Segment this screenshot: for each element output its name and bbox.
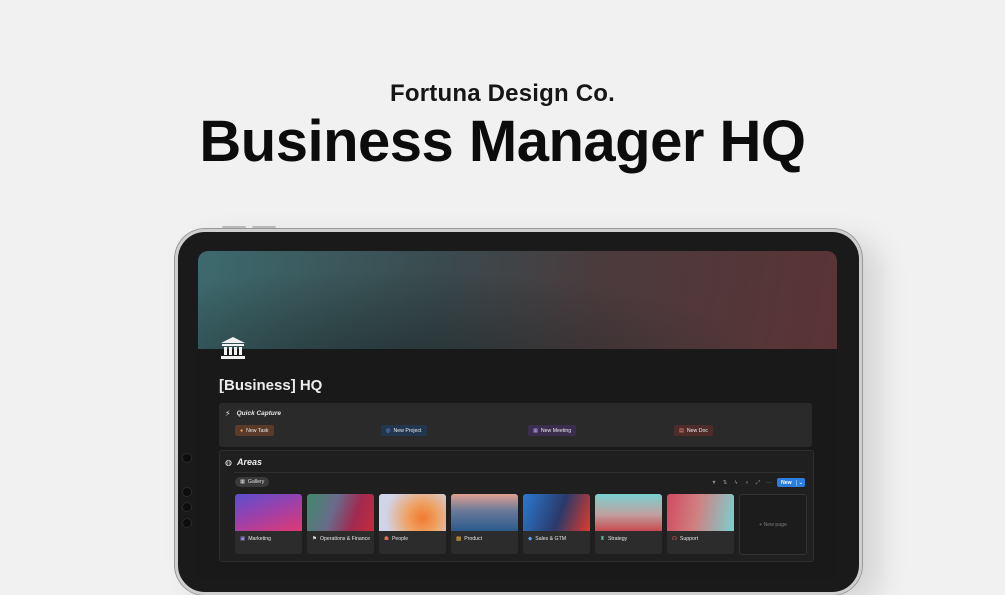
areas-title: Areas (236, 457, 263, 467)
card-label: Support (679, 536, 699, 542)
page-title: [Business] HQ (219, 377, 323, 394)
bank-icon[interactable] (220, 336, 246, 360)
card-label: Strategy (607, 536, 628, 542)
divider (234, 472, 805, 473)
target-icon: ◎ (386, 427, 391, 434)
new-doc-button[interactable]: ▤ New Doc (674, 425, 713, 436)
new-meeting-button[interactable]: ▦ New Meeting (528, 425, 577, 436)
quick-capture-title: Quick Capture (236, 410, 282, 417)
new-project-button[interactable]: ◎ New Project (381, 425, 427, 436)
quick-capture-header: ⚡ Quick Capture (225, 409, 281, 418)
areas-panel: ◍ Areas ▦ Gallery ▼ ⇅ ϟ ⌕ ⤢ ⋯ New ⌄ ▣ Ma… (219, 450, 814, 562)
database-toolbar: ▼ ⇅ ϟ ⌕ ⤢ ⋯ New ⌄ (711, 478, 805, 487)
card-label: Product (464, 536, 483, 542)
new-button-label: New (780, 479, 792, 486)
gallery-cards: ▣ Marketing ⚑ Operations & Finance ☗ People… (235, 494, 807, 555)
more-icon[interactable]: ⋯ (766, 480, 772, 486)
megaphone-icon: ▣ (240, 536, 246, 542)
gallery-card-marketing[interactable]: ▣ Marketing (235, 494, 302, 554)
grid-icon: ▦ (240, 479, 245, 485)
sidebar-dot[interactable] (182, 518, 192, 528)
new-meeting-label: New Meeting (540, 427, 572, 434)
new-page-label: + New page (759, 521, 787, 528)
new-project-label: New Project (393, 427, 422, 434)
bolt-icon: ⚡ (225, 409, 231, 418)
sidebar-dot[interactable] (182, 453, 192, 463)
new-page-card[interactable]: + New page (739, 494, 807, 555)
ipad-frame: [Business] HQ ⚡ Quick Capture ● New Task… (175, 229, 862, 595)
people-icon: ☗ (384, 536, 389, 542)
app-screen: [Business] HQ ⚡ Quick Capture ● New Task… (198, 251, 837, 581)
gallery-card-operations-finance[interactable]: ⚑ Operations & Finance (307, 494, 374, 554)
flag-icon: ⚑ (312, 536, 317, 542)
chevron-down-icon[interactable]: ⌄ (795, 479, 805, 486)
card-cover (235, 494, 302, 531)
gallery-view-tab[interactable]: ▦ Gallery (235, 477, 270, 487)
gallery-card-product[interactable]: ▩ Product (451, 494, 518, 554)
card-label: Marketing (248, 536, 271, 542)
gallery-card-people[interactable]: ☗ People (379, 494, 446, 554)
card-label: People (391, 536, 409, 542)
search-icon[interactable]: ⌕ (744, 480, 750, 486)
chess-icon: ♜ (600, 536, 605, 542)
document-icon: ▤ (679, 427, 684, 434)
tag-icon: ◆ (528, 536, 533, 542)
new-doc-label: New Doc (686, 427, 708, 434)
card-cover (379, 494, 446, 531)
hero-subtitle: Fortuna Design Co. (390, 80, 615, 107)
new-task-button[interactable]: ● New Task (235, 425, 274, 436)
gallery-card-support[interactable]: ☊ Support (667, 494, 734, 554)
gallery-tab-label: Gallery (247, 479, 265, 485)
card-cover (307, 494, 374, 531)
sidebar-dot[interactable] (182, 487, 192, 497)
new-task-label: New Task (246, 427, 269, 434)
bolt-icon[interactable]: ϟ (733, 480, 739, 486)
areas-header: ◍ Areas (225, 457, 262, 467)
sort-icon[interactable]: ⇅ (722, 480, 728, 486)
gallery-card-strategy[interactable]: ♜ Strategy (595, 494, 662, 554)
gallery-card-sales-gtm[interactable]: ◆ Sales & GTM (523, 494, 590, 554)
page-cover[interactable] (198, 251, 837, 349)
scrollbar[interactable]: ⋮ (835, 381, 837, 403)
card-cover (523, 494, 590, 531)
card-cover (667, 494, 734, 531)
hero-title: Business Manager HQ (199, 109, 806, 174)
check-circle-icon: ● (240, 427, 244, 434)
card-label: Sales & GTM (535, 536, 567, 542)
headset-icon: ☊ (672, 536, 677, 542)
filter-icon[interactable]: ▼ (711, 480, 717, 486)
box-icon: ▩ (456, 536, 462, 542)
card-cover (451, 494, 518, 531)
globe-icon: ◍ (225, 457, 232, 467)
card-label: Operations & Finance (319, 536, 371, 542)
expand-icon[interactable]: ⤢ (755, 480, 761, 486)
new-button[interactable]: New ⌄ (776, 478, 805, 487)
sidebar-dot[interactable] (182, 502, 192, 512)
card-cover (595, 494, 662, 531)
calendar-icon: ▦ (533, 427, 538, 434)
quick-capture-panel: ⚡ Quick Capture ● New Task ◎ New Project… (219, 403, 812, 447)
